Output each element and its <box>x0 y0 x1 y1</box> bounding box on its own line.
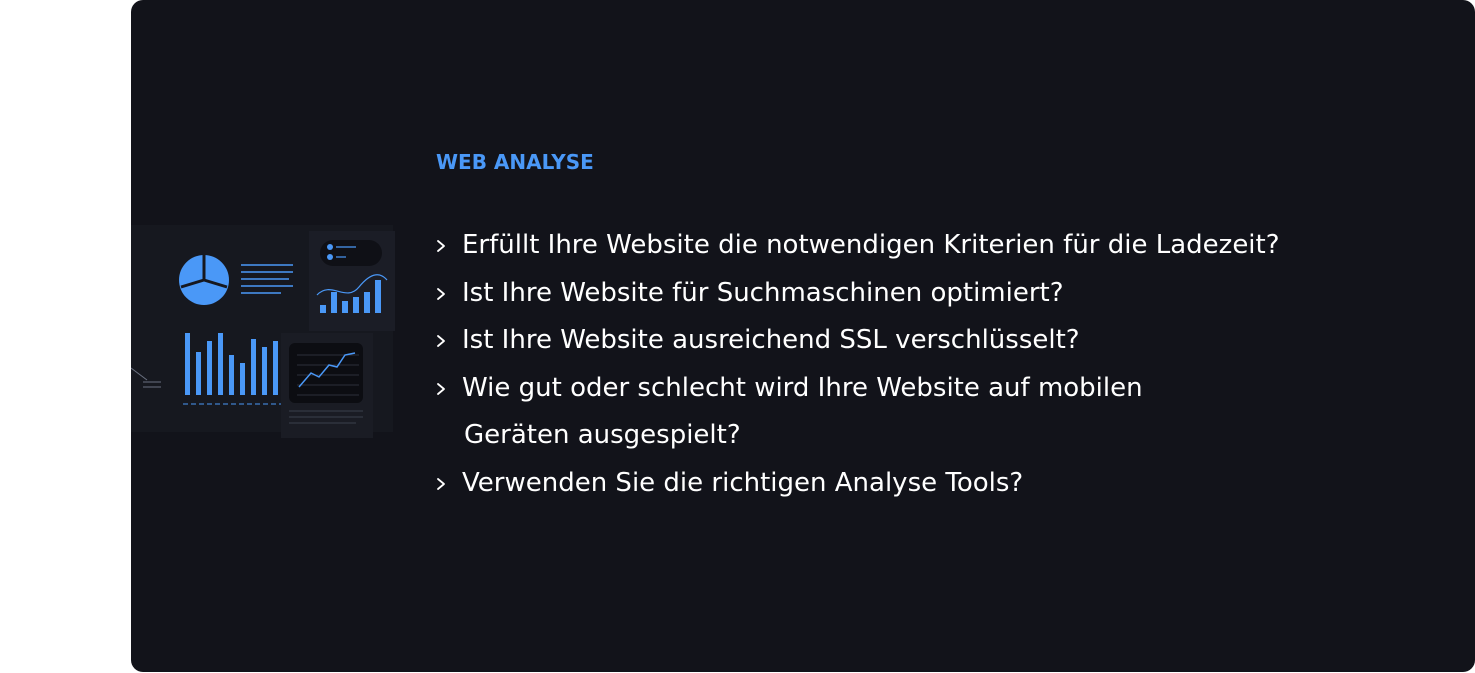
question-text: Ist Ihre Website ausreichend SSL verschl… <box>462 325 1080 355</box>
list-item: Ist Ihre Website ausreichend SSL verschl… <box>433 317 1413 365</box>
chevron-right-icon <box>437 240 445 252</box>
chevron-right-icon <box>437 477 445 490</box>
web-analyse-card: WEB ANALYSE Erfüllt Ihre Website die not… <box>131 0 1475 672</box>
question-text: Verwenden Sie die richtigen Analyse Tool… <box>462 467 1024 498</box>
list-item: Erfüllt Ihre Website die notwendigen Kri… <box>433 222 1413 270</box>
question-text: Ist Ihre Website für Suchmaschinen optim… <box>462 277 1064 308</box>
chevron-right-icon <box>437 335 445 347</box>
question-list: Erfüllt Ihre Website die notwendigen Kri… <box>433 222 1413 507</box>
chevron-right-icon <box>437 382 445 395</box>
list-item: Wie gut oder schlecht wird Ihre Website … <box>433 365 1413 460</box>
chevron-right-icon <box>437 287 445 300</box>
question-text-continued: Geräten ausgespielt? <box>464 420 741 450</box>
question-text: Wie gut oder schlecht wird Ihre Website … <box>462 372 1143 403</box>
dashboard-illustration <box>131 225 395 438</box>
list-item: Verwenden Sie die richtigen Analyse Tool… <box>433 460 1413 508</box>
pie-chart-icon <box>179 255 229 305</box>
question-text: Erfüllt Ihre Website die notwendigen Kri… <box>462 230 1280 260</box>
section-label: WEB ANALYSE <box>436 150 594 174</box>
list-item: Ist Ihre Website für Suchmaschinen optim… <box>433 270 1413 318</box>
